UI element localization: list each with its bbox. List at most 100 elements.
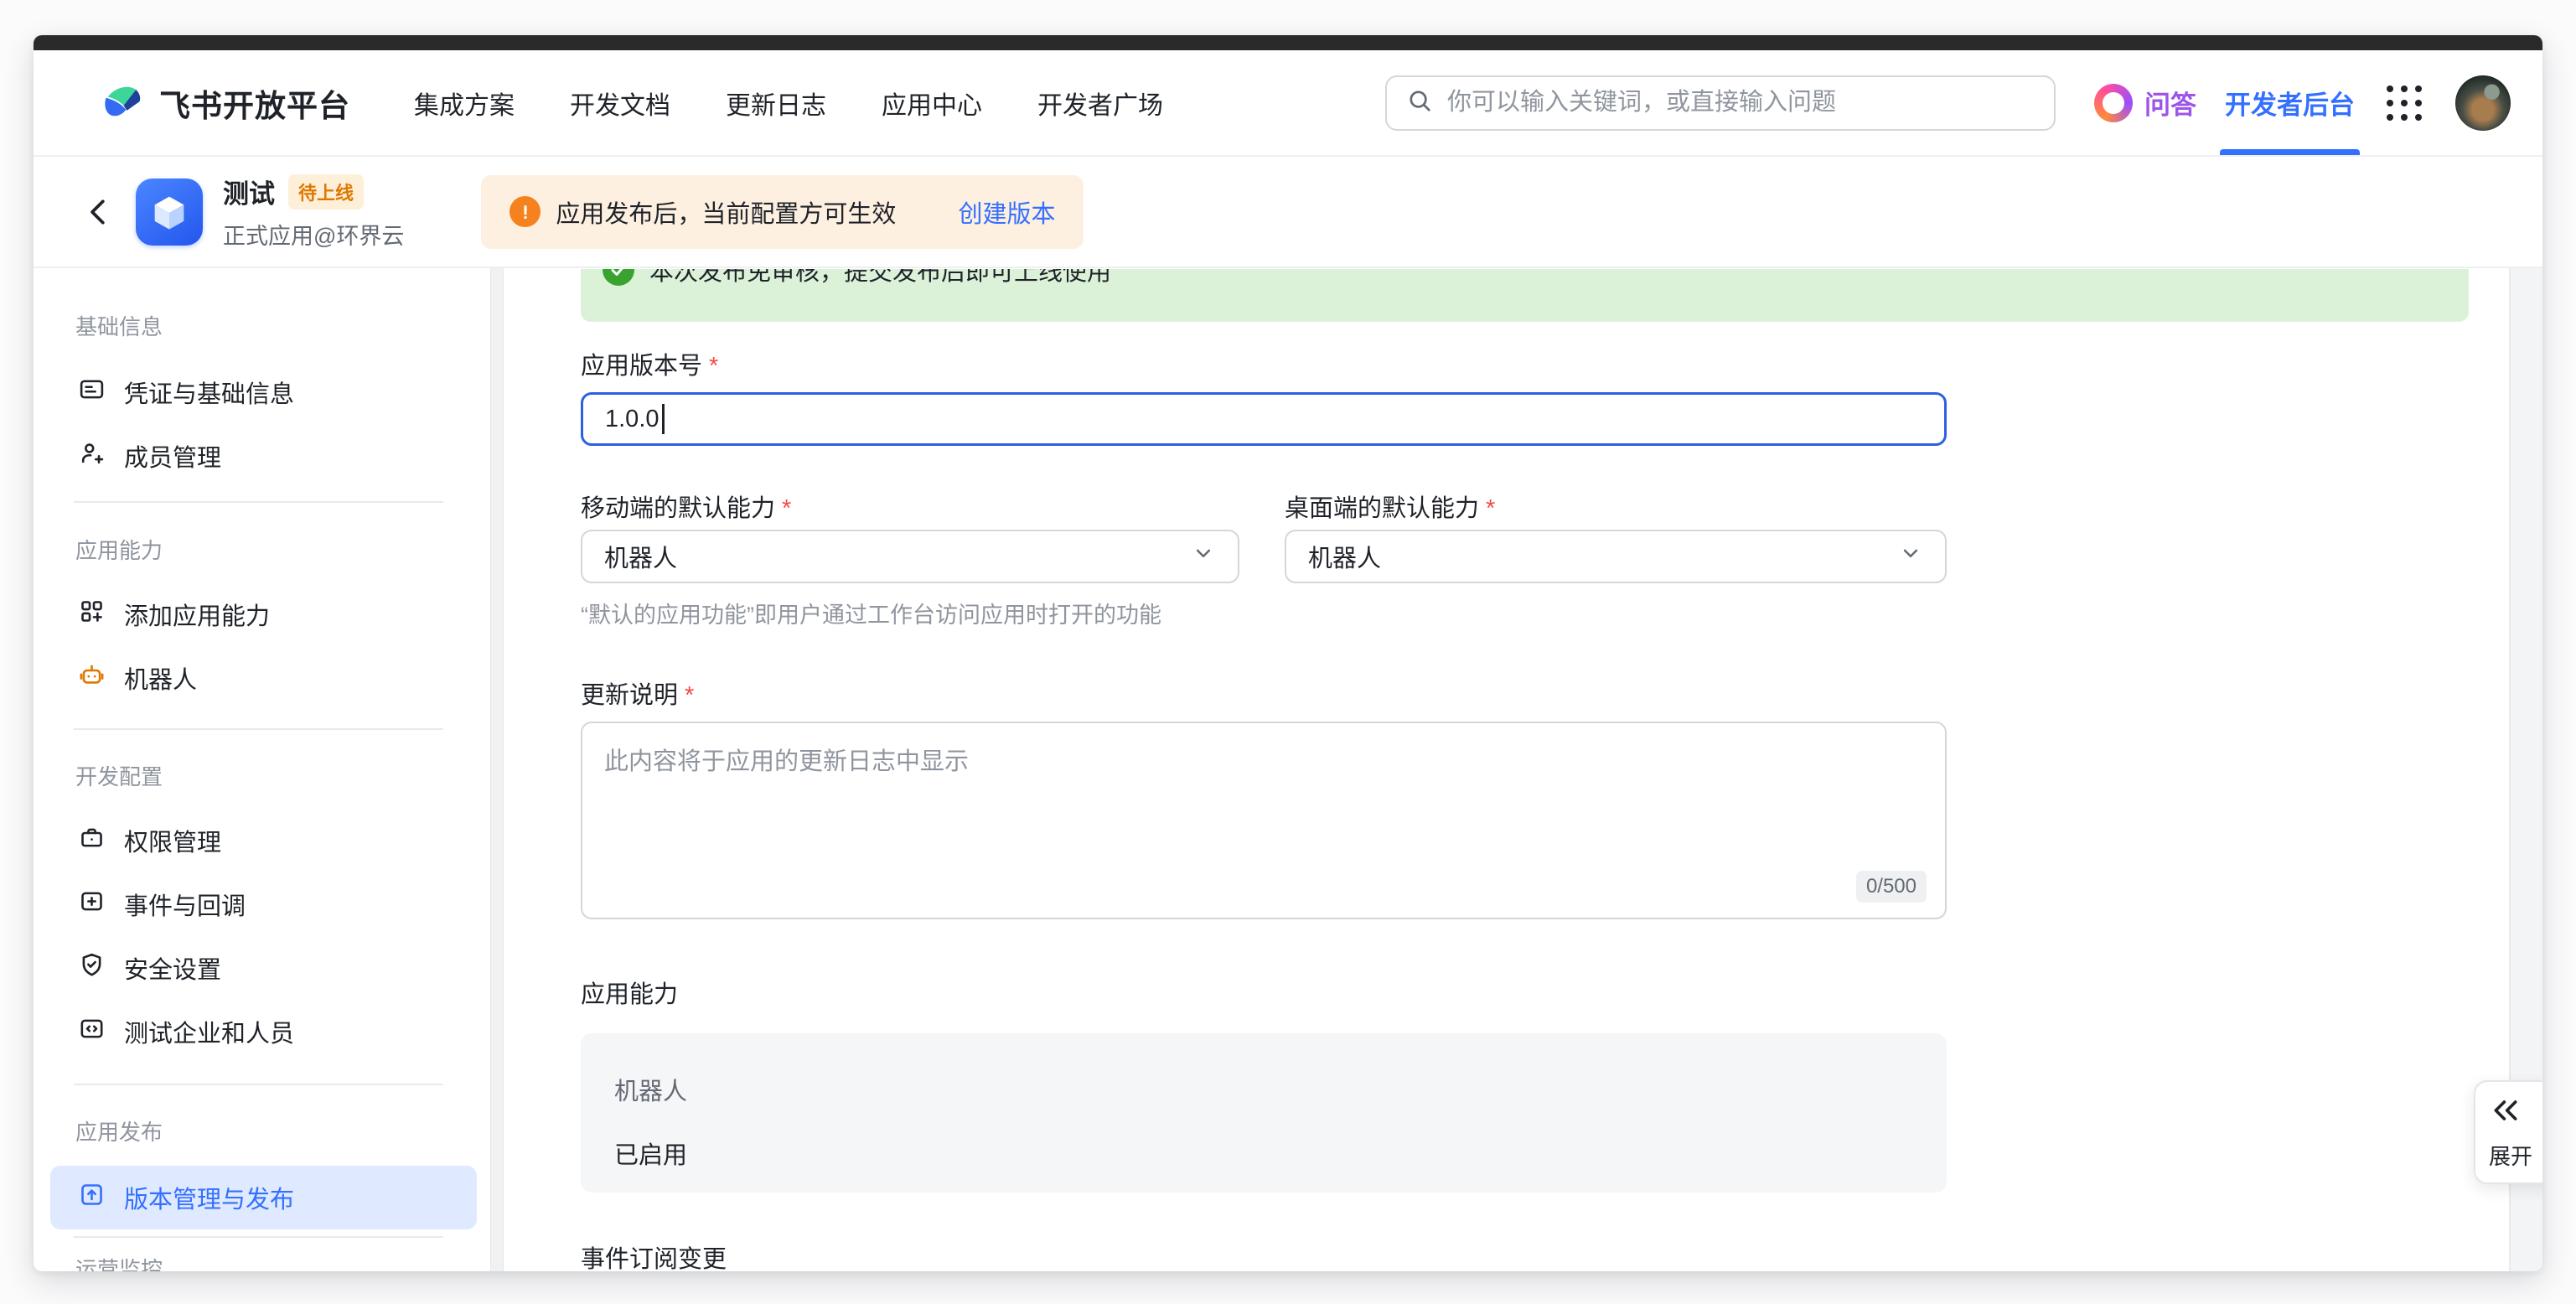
app-icon: [136, 179, 203, 246]
expand-label: 展开: [2489, 1140, 2532, 1171]
shield-check-icon: [78, 951, 106, 986]
sidebar-item-security[interactable]: 安全设置: [50, 936, 477, 1000]
sidebar-item-events-callbacks[interactable]: 事件与回调: [50, 872, 477, 936]
brand-title: 飞书开放平台: [159, 80, 350, 126]
events-section-title: 事件订阅变更: [581, 1239, 2469, 1271]
sidebar-item-version-release[interactable]: 版本管理与发布: [50, 1166, 477, 1229]
nav-item-integrations[interactable]: 集成方案: [414, 85, 515, 122]
capability-helper-text: “默认的应用功能”即用户通过工作台访问应用时打开的功能: [581, 597, 2469, 629]
status-badge: 待上线: [288, 174, 364, 210]
code-brackets-icon: [78, 1015, 106, 1049]
changelog-label: 更新说明*: [581, 681, 2469, 710]
sidebar-divider: [74, 1236, 443, 1238]
required-mark: *: [685, 682, 694, 709]
robot-icon: [78, 661, 106, 696]
expand-panel-button[interactable]: 展开: [2474, 1080, 2542, 1184]
publish-icon: [78, 1181, 106, 1215]
app-subtitle: 正式应用@环界云: [223, 218, 404, 251]
window-titlebar: [34, 35, 2542, 50]
sidebar-item-label: 事件与回调: [124, 887, 246, 922]
required-mark: *: [709, 353, 718, 380]
sidebar-section-basic-info: 基础信息: [75, 314, 490, 339]
double-chevron-left-icon: [2489, 1094, 2522, 1131]
mobile-capability-label: 移动端的默认能力*: [581, 494, 1285, 523]
version-value: 1.0.0: [605, 406, 660, 433]
sidebar: 基础信息 凭证与基础信息 成员管理 应用能力: [34, 268, 490, 1271]
top-navigation: 飞书开放平台 集成方案 开发文档 更新日志 应用中心 开发者广场 问答 开发者后…: [34, 50, 2542, 157]
square-plus-icon: [78, 887, 106, 922]
search-icon: [1405, 86, 1434, 119]
sidebar-item-permissions[interactable]: 权限管理: [50, 809, 477, 872]
sidebar-item-add-capability[interactable]: 添加应用能力: [50, 582, 477, 646]
desktop-capability-select[interactable]: 机器人: [1285, 530, 1947, 583]
char-counter: 0/500: [1856, 871, 1927, 903]
qa-link[interactable]: 问答: [2094, 84, 2196, 122]
feishu-logo[interactable]: 飞书开放平台: [101, 79, 350, 127]
sidebar-divider: [74, 501, 443, 503]
sidebar-section-capabilities: 应用能力: [75, 538, 490, 563]
apps-grid-icon[interactable]: [2387, 85, 2422, 121]
developer-console-tab[interactable]: 开发者后台: [2225, 50, 2355, 155]
id-card-icon: [78, 375, 106, 410]
app-meta: 测试 待上线 正式应用@环界云: [223, 173, 404, 251]
sidebar-item-label: 添加应用能力: [124, 597, 270, 632]
qa-ring-icon: [2094, 84, 2133, 122]
desktop-capability-label: 桌面端的默认能力*: [1285, 494, 1495, 523]
sidebar-item-label: 机器人: [124, 660, 197, 696]
alert-text: 应用发布后，当前配置方可生效: [556, 194, 896, 230]
success-banner: 本次发布免审核，提交发布后即可上线使用: [581, 269, 2469, 322]
sidebar-divider: [74, 728, 443, 730]
sidebar-item-label: 权限管理: [124, 823, 221, 858]
sidebar-item-test-org[interactable]: 测试企业和人员: [50, 1000, 477, 1063]
check-circle-icon: [603, 269, 634, 286]
mobile-capability-value: 机器人: [604, 539, 677, 574]
text-caret: [662, 404, 665, 434]
chevron-down-icon: [1898, 541, 1923, 572]
capability-panel: 机器人 已启用: [581, 1033, 1947, 1193]
grid-add-icon: [78, 598, 106, 632]
chevron-down-icon: [1191, 541, 1216, 572]
sidebar-item-label: 测试企业和人员: [124, 1014, 294, 1049]
sidebar-resizer[interactable]: [490, 268, 504, 1271]
create-version-link[interactable]: 创建版本: [958, 194, 1055, 230]
sidebar-item-label: 版本管理与发布: [124, 1180, 294, 1215]
sidebar-item-label: 安全设置: [124, 950, 221, 986]
feishu-logo-icon: [101, 79, 144, 127]
active-tab-underline: [2220, 149, 2360, 155]
capability-status: 已启用: [614, 1136, 1913, 1171]
nav-menu: 集成方案 开发文档 更新日志 应用中心 开发者广场: [414, 85, 1163, 122]
app-window: 飞书开放平台 集成方案 开发文档 更新日志 应用中心 开发者广场 问答 开发者后…: [34, 35, 2542, 1271]
mobile-capability-select[interactable]: 机器人: [581, 530, 1239, 583]
back-button[interactable]: [80, 194, 117, 230]
app-name: 测试: [223, 173, 275, 210]
capability-name: 机器人: [614, 1072, 1913, 1107]
required-mark: *: [782, 495, 791, 522]
required-mark: *: [1486, 495, 1495, 522]
sidebar-section-monitoring: 运营监控: [75, 1257, 490, 1271]
app-subheader: 测试 待上线 正式应用@环界云 应用发布后，当前配置方可生效 创建版本: [34, 157, 2542, 268]
search-input[interactable]: [1447, 89, 2035, 116]
warning-icon: [510, 196, 541, 227]
sidebar-item-bot[interactable]: 机器人: [50, 646, 477, 710]
capability-section-title: 应用能力: [581, 975, 2469, 1010]
main-content: 本次发布免审核，提交发布后即可上线使用 应用版本号* 1.0.0 移动端的默认能…: [504, 268, 2542, 1271]
user-avatar[interactable]: [2455, 75, 2511, 131]
changelog-textarea-wrap: 0/500: [581, 722, 1947, 919]
sidebar-divider: [74, 1084, 443, 1085]
body-row: 基础信息 凭证与基础信息 成员管理 应用能力: [34, 268, 2542, 1271]
nav-item-app-center[interactable]: 应用中心: [882, 85, 982, 122]
nav-item-changelog[interactable]: 更新日志: [726, 85, 826, 122]
version-input[interactable]: 1.0.0: [581, 392, 1947, 446]
user-add-icon: [78, 439, 106, 473]
nav-item-docs[interactable]: 开发文档: [570, 85, 670, 122]
nav-item-dev-plaza[interactable]: 开发者广场: [1037, 85, 1163, 122]
success-banner-text: 本次发布免审核，提交发布后即可上线使用: [649, 269, 1111, 287]
briefcase-icon: [78, 824, 106, 858]
sidebar-item-members[interactable]: 成员管理: [50, 424, 477, 488]
global-search[interactable]: [1385, 75, 2056, 131]
sidebar-item-credentials[interactable]: 凭证与基础信息: [50, 360, 477, 424]
sidebar-section-release: 应用发布: [75, 1120, 490, 1145]
qa-label: 问答: [2144, 84, 2196, 122]
desktop-capability-value: 机器人: [1308, 539, 1381, 574]
changelog-textarea[interactable]: [604, 742, 1923, 867]
